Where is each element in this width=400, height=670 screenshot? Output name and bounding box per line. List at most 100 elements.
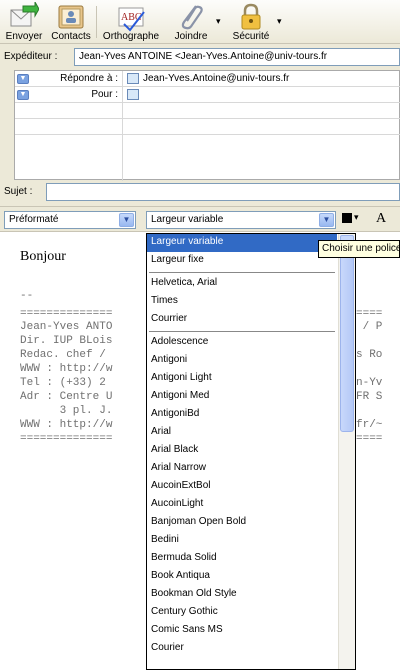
greeting-text: Bonjour [20,249,66,264]
spellcheck-icon: ABC [118,7,145,32]
signature-line: Jean-Yves ANTO [20,321,113,333]
contacts-label: Contacts [51,31,91,42]
font-option[interactable]: Bermuda Solid [147,550,337,568]
contacts-icon [58,5,84,29]
address-book-icon [127,73,139,84]
dropdown-scrollbar[interactable]: ▲ [338,234,355,669]
signature-line-right: ==== [356,433,383,445]
paragraph-style-value: Préformaté [9,214,59,225]
font-option[interactable]: Antigoni Med [147,388,337,406]
recipient-type-cell [15,135,123,181]
font-option[interactable]: Bookman Old Style [147,586,337,604]
font-option[interactable]: Adolescence [147,334,337,352]
spelling-button[interactable]: ABC Orthographe [100,0,162,44]
sender-field[interactable]: Jean-Yves ANTOINE <Jean-Yves.Antoine@uni… [74,48,400,66]
signature-line: -- [20,290,34,302]
font-dropdown-list[interactable]: Largeur variable Largeur fixe Helvetica,… [146,233,356,670]
menu-separator [149,331,335,332]
attach-button[interactable]: Joindre [166,0,216,44]
font-option[interactable]: Helvetica, Arial [147,275,337,293]
compose-toolbar: Envoyer Contacts ABC Orthographe Joindre… [0,0,400,44]
send-label: Envoyer [5,31,43,42]
security-button[interactable]: Sécurité [226,0,276,44]
recipient-row-empty[interactable] [15,103,400,119]
sender-label: Expéditeur : [4,51,58,62]
recipient-address[interactable]: Jean-Yves.Antoine@univ-tours.fr [143,73,289,84]
recipient-type-label: Pour : [91,89,118,100]
signature-line: Dir. IUP BLois [20,335,113,347]
attach-label: Joindre [174,31,208,42]
security-label: Sécurité [232,31,270,42]
contacts-button[interactable]: Contacts [48,0,94,44]
font-option[interactable]: Times [147,293,337,311]
chevron-down-icon[interactable]: ▼ [319,213,334,227]
security-dropdown-icon[interactable]: ▾ [277,16,282,27]
chevron-down-icon: ▼ [17,90,29,100]
signature-line-right: n-Yv [356,377,383,389]
font-option[interactable]: AucoinExtBol [147,478,337,496]
font-select-tooltip: Choisir une police [318,240,400,258]
signature-line-right: s Ro [356,349,383,361]
font-option[interactable]: Comic Sans MS [147,622,337,640]
recipient-type-cell [15,103,123,119]
font-option[interactable]: Bedini [147,532,337,550]
font-select[interactable]: Largeur variable ▼ [146,211,336,229]
text-size-icon[interactable]: A [376,211,386,227]
send-button[interactable]: Envoyer [2,0,46,44]
subject-field[interactable] [46,183,400,201]
menu-separator [149,272,335,273]
subject-label: Sujet : [4,186,33,197]
signature-line: Tel : (+33) 2 [20,377,106,389]
font-option[interactable]: Banjoman Open Bold [147,514,337,532]
font-option[interactable]: Courrier [147,311,337,329]
format-toolbar: Préformaté ▼ Largeur variable ▼ ▾ A [0,206,400,232]
signature-line: ============== [20,433,113,445]
recipient-row-empty[interactable] [15,119,400,135]
font-option[interactable]: Antigoni Light [147,370,337,388]
address-book-icon [127,89,139,100]
text-color-swatch[interactable] [342,213,352,223]
font-option[interactable]: Largeur fixe [147,252,337,270]
paragraph-style-select[interactable]: Préformaté ▼ [4,211,136,229]
chevron-down-icon[interactable]: ▼ [119,213,134,227]
font-option-selected[interactable]: Largeur variable [147,234,337,252]
spelling-label: Orthographe [102,31,160,42]
lock-icon [241,3,261,30]
recipient-type-select[interactable]: ▼ Répondre à : [15,71,123,87]
recipient-row-to[interactable]: ▼ Pour : [15,87,400,103]
font-option[interactable]: AucoinLight [147,496,337,514]
recipient-row-empty[interactable] [15,135,400,181]
signature-line: WWW : http://w [20,419,113,431]
signature-line: WWW : http://w [20,363,113,375]
signature-line-right: / P [356,321,383,333]
message-header: Expéditeur : Jean-Yves ANTOINE <Jean-Yve… [0,44,400,206]
signature-line: Adr : Centre U [20,391,113,403]
recipient-type-label: Répondre à : [60,73,118,84]
recipient-type-cell [15,119,123,135]
color-dropdown-icon[interactable]: ▾ [354,212,359,223]
font-option[interactable]: Arial [147,424,337,442]
signature-line-right: fr/~ [356,419,383,431]
font-option[interactable]: Arial Black [147,442,337,460]
signature-line-right: ==== [356,308,383,320]
signature-line: 3 pl. J. [20,405,113,417]
font-option[interactable]: Antigoni [147,352,337,370]
font-option[interactable]: Arial Narrow [147,460,337,478]
toolbar-separator [96,6,97,38]
recipient-type-select[interactable]: ▼ Pour : [15,87,123,103]
signature-line: ============== [20,308,113,320]
signature-line-right: FR S [356,391,383,403]
chevron-down-icon: ▼ [17,74,29,84]
attach-dropdown-icon[interactable]: ▾ [216,16,221,27]
font-option[interactable]: Book Antiqua [147,568,337,586]
send-icon [10,2,39,27]
recipient-list: ▼ Répondre à : Jean-Yves.Antoine@univ-to… [14,70,400,181]
font-option[interactable]: AntigoniBd [147,406,337,424]
font-option[interactable]: Courier [147,640,337,658]
font-option[interactable]: Century Gothic [147,604,337,622]
scrollbar-thumb[interactable] [340,252,354,432]
font-select-value: Largeur variable [151,214,224,225]
paperclip-icon [181,5,203,30]
signature-line: Redac. chef / [20,349,106,361]
recipient-row-reply-to[interactable]: ▼ Répondre à : Jean-Yves.Antoine@univ-to… [15,71,400,87]
